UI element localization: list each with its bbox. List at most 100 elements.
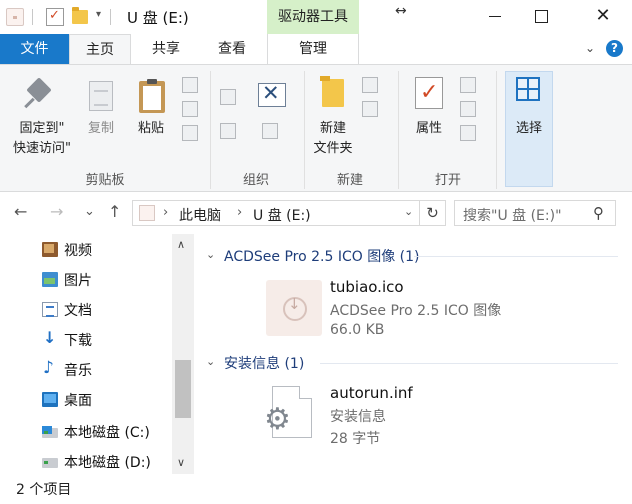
up-button[interactable]: ↑ <box>108 202 121 221</box>
search-box[interactable]: 搜索"U 盘 (E:)" ⚲ <box>454 200 616 226</box>
sidebar-item-label: 图片 <box>64 273 92 289</box>
divider <box>110 9 111 25</box>
paste-icon <box>139 79 165 113</box>
sidebar-item-music[interactable]: 音乐 <box>0 354 172 384</box>
new-item-icon[interactable] <box>362 77 378 93</box>
address-bar[interactable]: › 此电脑 › U 盘 (E:) <box>132 200 420 226</box>
sidebar-item-downloads[interactable]: 下载 <box>0 324 172 354</box>
breadcrumb-separator[interactable]: › <box>237 205 242 220</box>
gear-icon: ⚙ <box>264 402 291 437</box>
downloads-folder-icon <box>42 328 58 347</box>
drive-icon <box>6 8 24 26</box>
group-divider <box>320 363 618 364</box>
group-header-setup-info[interactable]: 安装信息 (1) <box>224 353 304 373</box>
help-button[interactable]: ? <box>606 40 623 57</box>
tab-share[interactable]: 共享 <box>131 34 201 64</box>
tab-view[interactable]: 查看 <box>201 34 263 64</box>
quick-access-properties-icon[interactable] <box>46 8 64 26</box>
maximize-button[interactable] <box>518 0 564 32</box>
file-type: ACDSee Pro 2.5 ICO 图像 <box>330 303 502 319</box>
file-list: ⌄ ACDSee Pro 2.5 ICO 图像 (1) ↓ tubiao.ico… <box>196 234 632 474</box>
back-button[interactable]: ← <box>14 202 27 221</box>
paste-shortcut-icon[interactable] <box>182 125 198 141</box>
refresh-button[interactable]: ↻ <box>420 200 446 226</box>
easy-access-icon[interactable] <box>362 101 378 117</box>
pin-to-quick-access-button[interactable]: 固定到" 快速访问" <box>10 119 74 159</box>
move-to-icon[interactable] <box>220 89 236 105</box>
new-folder-button[interactable]: 新建 文件夹 <box>306 119 360 159</box>
edit-icon[interactable] <box>460 101 476 117</box>
tab-manage[interactable]: 管理 <box>267 34 359 64</box>
file-size: 28 字节 <box>330 431 381 447</box>
sidebar-item-label: 本地磁盘 (C:) <box>64 425 150 441</box>
pin-label-line2: 快速访问" <box>13 141 71 156</box>
status-bar: 2 个项目 <box>0 474 632 504</box>
address-dropdown-button[interactable]: ⌄ <box>404 205 413 218</box>
resize-arrow-icon: ↔ <box>395 3 407 19</box>
drive-icon <box>139 205 155 221</box>
file-name: autorun.inf <box>330 384 413 402</box>
divider <box>398 71 399 189</box>
group-collapse-chevron[interactable]: ⌄ <box>206 355 215 368</box>
pin-needle-icon <box>24 97 35 109</box>
file-size: 66.0 KB <box>330 322 385 338</box>
download-arrow-icon: ↓ <box>288 295 301 313</box>
copy-path-icon[interactable] <box>182 101 198 117</box>
divider <box>210 71 211 189</box>
local-drive-icon <box>42 458 58 468</box>
scroll-up-arrow[interactable]: ∧ <box>177 238 185 251</box>
copy-to-icon[interactable] <box>220 123 236 139</box>
item-count: 2 个项目 <box>16 482 72 498</box>
breadcrumb-usb-drive[interactable]: U 盘 (E:) <box>253 205 311 225</box>
sidebar-item-label: 本地磁盘 (D:) <box>64 455 151 471</box>
sidebar-item-label: 桌面 <box>64 393 92 409</box>
history-icon[interactable] <box>460 125 476 141</box>
group-organize-label: 组织 <box>242 173 269 188</box>
group-divider <box>414 256 618 257</box>
scrollbar-thumb[interactable] <box>175 360 191 418</box>
drive-tools-context-tab: 驱动器工具 <box>267 0 359 34</box>
sidebar-item-desktop[interactable]: 桌面 <box>0 384 172 414</box>
sidebar-item-drive-c[interactable]: 本地磁盘 (C:) <box>0 416 172 446</box>
window-title: U 盘 (E:) <box>127 9 189 27</box>
search-icon[interactable]: ⚲ <box>593 204 604 222</box>
ribbon: 固定到" 快速访问" 复制 粘贴 剪贴板 ✕ 组织 新建 文件夹 新建 属性 打… <box>0 64 632 192</box>
copy-button[interactable]: 复制 <box>82 119 120 139</box>
pictures-folder-icon <box>42 272 58 287</box>
quick-access-new-folder-icon[interactable] <box>72 7 88 24</box>
navigation-pane: 视频 图片 文档 下载 音乐 桌面 本地磁盘 (C:) 本地磁盘 (D:) ∧ … <box>0 234 196 474</box>
select-icon <box>516 77 540 101</box>
title-bar: ▾ U 盘 (E:) 驱动器工具 ↔ ✕ <box>0 0 632 34</box>
tab-home[interactable]: 主页 <box>69 34 131 64</box>
sidebar-item-label: 下载 <box>64 333 92 349</box>
customize-quick-access-dropdown[interactable]: ▾ <box>96 9 101 20</box>
copy-icon <box>89 81 113 111</box>
breadcrumb-separator[interactable]: › <box>163 205 168 220</box>
sidebar-item-documents[interactable]: 文档 <box>0 294 172 324</box>
minimize-button[interactable] <box>472 0 518 32</box>
tab-file[interactable]: 文件 <box>0 34 69 64</box>
recent-locations-button[interactable]: ⌄ <box>84 204 95 219</box>
rename-icon[interactable] <box>262 123 278 139</box>
group-header-ico[interactable]: ACDSee Pro 2.5 ICO 图像 (1) <box>224 246 419 266</box>
ribbon-toggle-button[interactable]: ⌄ <box>585 41 595 55</box>
divider <box>32 9 33 25</box>
cut-icon[interactable] <box>182 77 198 93</box>
scroll-down-arrow[interactable]: ∨ <box>177 456 185 469</box>
video-folder-icon <box>42 242 58 257</box>
paste-button[interactable]: 粘贴 <box>132 119 170 139</box>
forward-button[interactable]: → <box>50 202 63 221</box>
sidebar-item-pictures[interactable]: 图片 <box>0 264 172 294</box>
open-icon[interactable] <box>460 77 476 93</box>
sidebar-scrollbar[interactable]: ∧ ∨ <box>172 234 194 474</box>
documents-folder-icon <box>42 302 58 317</box>
divider <box>496 71 497 189</box>
music-folder-icon <box>42 358 58 378</box>
group-collapse-chevron[interactable]: ⌄ <box>206 248 215 261</box>
sidebar-item-videos[interactable]: 视频 <box>0 234 172 264</box>
close-button[interactable]: ✕ <box>580 0 626 32</box>
sidebar-item-drive-d[interactable]: 本地磁盘 (D:) <box>0 446 172 476</box>
group-open-label: 打开 <box>434 173 461 188</box>
properties-button[interactable]: 属性 <box>406 119 452 139</box>
breadcrumb-this-pc[interactable]: 此电脑 <box>179 205 221 225</box>
